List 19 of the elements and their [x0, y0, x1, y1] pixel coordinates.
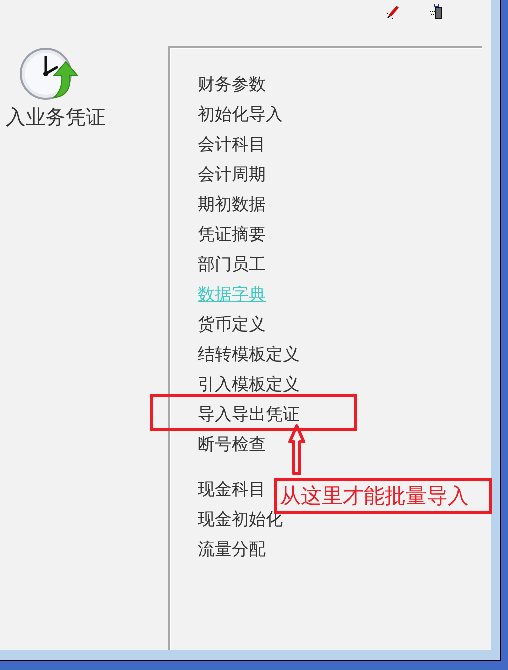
menu-item[interactable]: 货币定义: [198, 310, 266, 340]
up-arrow: [287, 424, 307, 476]
annotation-callout: 从这里才能批量导入: [274, 478, 492, 514]
menu-item[interactable]: 流量分配: [198, 535, 266, 565]
menu-item[interactable]: 会计周期: [198, 160, 266, 190]
menu-item[interactable]: 期初数据: [198, 190, 266, 220]
menu-item[interactable]: 财务参数: [198, 70, 266, 100]
door-icon[interactable]: [429, 4, 445, 20]
menu-item[interactable]: 初始化导入: [198, 100, 283, 130]
menu-item[interactable]: 结转模板定义: [198, 340, 300, 370]
menu-item[interactable]: 会计科目: [198, 130, 266, 160]
pen-icon[interactable]: [386, 4, 402, 20]
menu-item[interactable]: 部门员工: [198, 250, 266, 280]
menu-item[interactable]: 引入模板定义: [198, 370, 300, 400]
menu-item[interactable]: 导入导出凭证: [198, 400, 300, 430]
menu-item[interactable]: 凭证摘要: [198, 220, 266, 250]
menu-item[interactable]: 断号检查: [198, 430, 266, 460]
module-label[interactable]: 入业务凭证: [6, 104, 106, 131]
menu-item[interactable]: 现金科目: [198, 475, 266, 505]
